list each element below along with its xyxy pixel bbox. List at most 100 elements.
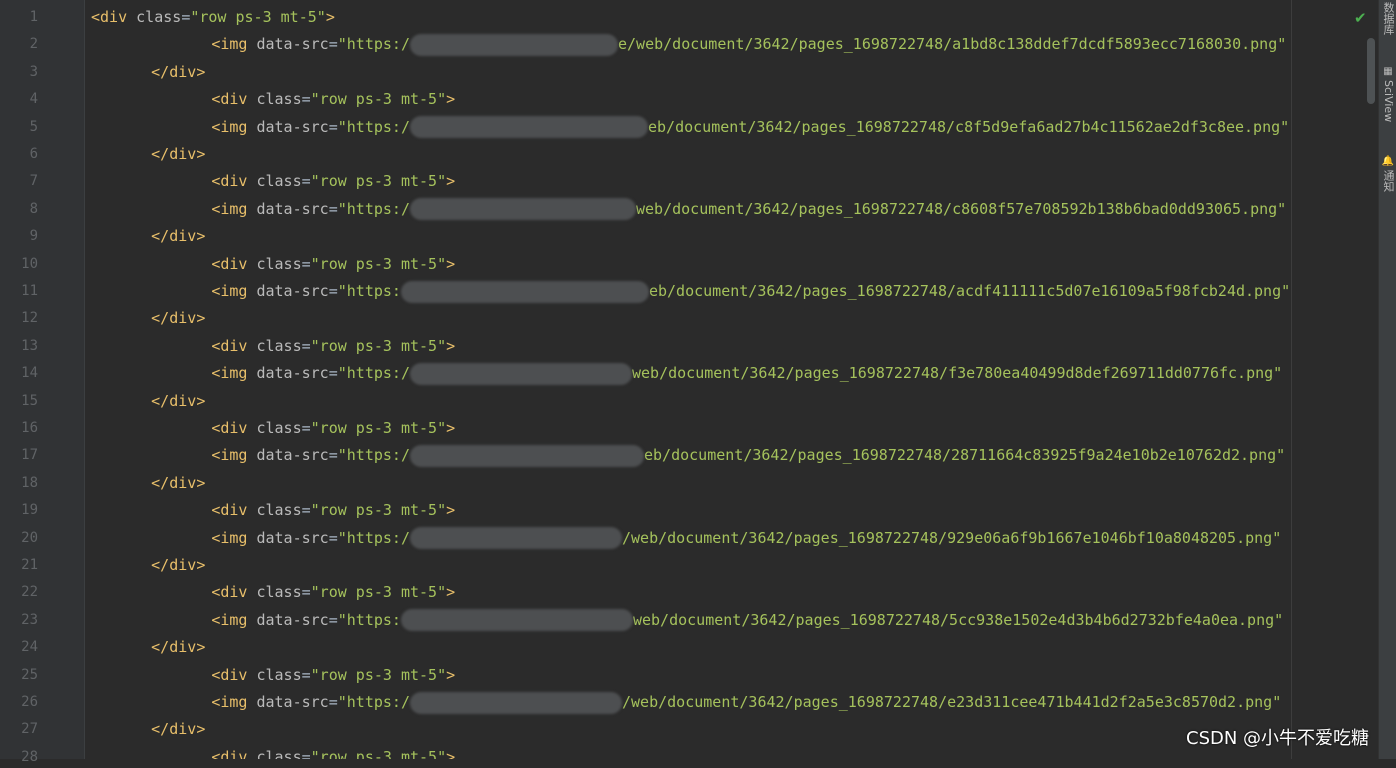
code-line[interactable]: </div> xyxy=(85,225,1365,247)
tag-bracket: < xyxy=(211,282,221,300)
code-line[interactable]: </div> xyxy=(85,636,1365,658)
url-prefix: "https: xyxy=(337,610,401,629)
equals: = xyxy=(328,446,338,465)
line-number: 27 xyxy=(21,721,38,738)
code-line[interactable]: </div> xyxy=(85,307,1365,329)
vertical-scrollbar[interactable] xyxy=(1365,0,1377,759)
tag-bracket: > xyxy=(446,90,456,109)
code-text: </div> xyxy=(151,307,205,329)
code-text: <img data-src="https:/ /web/document/3642… xyxy=(211,691,1281,714)
url-prefix: "https:/ xyxy=(337,199,410,218)
tag-name: img xyxy=(220,199,248,218)
code-text: </div> xyxy=(151,390,205,412)
code-line[interactable]: <div class="row ps-3 mt-5"> xyxy=(85,499,1365,521)
code-line[interactable]: <div class="row ps-3 mt-5"> xyxy=(85,88,1365,110)
attribute-name: class xyxy=(256,90,302,109)
code-line[interactable]: <img data-src="https:/ eb/document/3642/p… xyxy=(85,116,1365,139)
code-text: <img data-src="https:/ eb/document/3642/p… xyxy=(211,444,1285,467)
scrollbar-thumb[interactable] xyxy=(1367,38,1375,104)
tag-bracket: < xyxy=(211,665,221,684)
tag-bracket: < xyxy=(211,254,221,273)
attribute-name: data-src xyxy=(256,35,329,54)
right-margin-guide xyxy=(1291,0,1292,759)
code-text: </div> xyxy=(151,472,205,494)
code-text: <img data-src="https:/ web/document/3642/… xyxy=(211,198,1286,221)
code-line[interactable]: <div class="row ps-3 mt-5"> xyxy=(85,6,1365,28)
tag-bracket: < xyxy=(211,419,221,437)
code-line[interactable]: <img data-src="https:/ e/web/document/364… xyxy=(85,33,1365,56)
code-text: <div class="row ps-3 mt-5"> xyxy=(211,746,455,759)
code-line[interactable]: <img data-src="https:/ web/document/3642/… xyxy=(85,362,1365,385)
equals: = xyxy=(328,35,338,54)
tag-bracket: </ xyxy=(151,473,170,492)
equals: = xyxy=(301,665,311,684)
equals: = xyxy=(328,282,338,300)
redacted-region xyxy=(410,691,622,714)
line-number: 16 xyxy=(21,420,38,436)
line-number-gutter[interactable]: 1 2 3 4 5 6 7 8 9 10 11 12 13 14 15 16 17 18 19 20 21 22 23 24 2… xyxy=(0,0,85,765)
check-icon[interactable]: ✔ xyxy=(1354,10,1370,26)
code-editor[interactable]: <div class="row ps-3 mt-5"> <img data-src… xyxy=(85,0,1377,759)
redacted-region xyxy=(400,280,649,303)
attribute-name: data-src xyxy=(256,446,329,465)
tag-name: div xyxy=(220,501,248,520)
tag-bracket: > xyxy=(446,419,456,437)
tool-tab-bell[interactable]: 🔔 通知 xyxy=(1379,156,1396,192)
line-number: 13 xyxy=(21,337,38,354)
code-line[interactable]: </div> xyxy=(85,472,1365,494)
code-line[interactable]: </div> xyxy=(85,61,1365,83)
attribute-name: data-src xyxy=(256,117,329,136)
code-line[interactable]: <div class="row ps-3 mt-5"> xyxy=(85,664,1365,686)
line-number: 26 xyxy=(21,694,38,710)
tag-bracket: > xyxy=(196,638,206,657)
watermark: CSDN @小牛不爱吃糖 xyxy=(1186,728,1370,749)
attribute-name: class xyxy=(256,419,302,437)
tag-bracket: > xyxy=(446,747,456,759)
line-number: 4 xyxy=(29,91,38,108)
code-text: <img data-src="https: web/document/3642/p… xyxy=(211,609,1283,632)
code-line[interactable]: <img data-src="https:/ /web/document/3642… xyxy=(85,691,1365,714)
tag-bracket: < xyxy=(211,693,221,711)
url-suffix: e/web/document/3642/pages_1698722748/a1b… xyxy=(618,35,1287,54)
tag-name: div xyxy=(220,90,248,109)
code-line[interactable]: <img data-src="https:/ eb/document/3642/p… xyxy=(85,444,1365,467)
attribute-value: "row ps-3 mt-5" xyxy=(190,8,326,26)
tag-bracket: </ xyxy=(151,227,170,246)
line-number: 28 xyxy=(21,748,38,765)
tag-name: div xyxy=(169,720,197,739)
line-number: 2 xyxy=(29,36,38,53)
code-line[interactable]: <img data-src="https: eb/document/3642/pa… xyxy=(85,280,1365,303)
code-line[interactable]: <div class="row ps-3 mt-5"> xyxy=(85,335,1365,357)
tag-bracket: < xyxy=(211,583,221,602)
line-number: 17 xyxy=(21,447,38,464)
code-line[interactable]: <div class="row ps-3 mt-5"> xyxy=(85,581,1365,603)
code-line[interactable]: </div> xyxy=(85,554,1365,576)
code-line[interactable]: <img data-src="https: web/document/3642/p… xyxy=(85,609,1365,632)
code-text: </div> xyxy=(151,61,205,83)
code-line[interactable]: <div class="row ps-3 mt-5"> xyxy=(85,170,1365,192)
line-number: 1 xyxy=(29,9,38,25)
tag-bracket: < xyxy=(211,501,221,520)
code-line[interactable]: <img data-src="https:/ web/document/3642/… xyxy=(85,198,1365,221)
tag-name: img xyxy=(220,446,248,465)
line-number: 21 xyxy=(21,557,38,573)
code-line[interactable]: <img data-src="https:/ /web/document/3642… xyxy=(85,527,1365,550)
code-line[interactable]: <div class="row ps-3 mt-5"> xyxy=(85,746,1365,759)
tool-tab-label: SciView xyxy=(1382,80,1395,123)
code-line[interactable]: </div> xyxy=(85,390,1365,412)
tag-bracket: > xyxy=(446,336,456,355)
attribute-name: class xyxy=(256,665,302,684)
tool-tab-database[interactable]: 数据库 xyxy=(1379,0,1396,35)
url-prefix: "https:/ xyxy=(337,693,410,711)
attribute-name: data-src xyxy=(256,364,329,383)
tool-tab-label: 通知 xyxy=(1382,170,1395,192)
equals: = xyxy=(301,419,311,437)
tag-name: div xyxy=(169,227,197,246)
redacted-region xyxy=(410,198,636,221)
code-line[interactable]: </div> xyxy=(85,718,1365,740)
tool-tab-sciview[interactable]: ▦ SciView xyxy=(1379,66,1396,122)
code-line[interactable]: </div> xyxy=(85,143,1365,165)
code-line[interactable]: <div class="row ps-3 mt-5"> xyxy=(85,417,1365,439)
redacted-region xyxy=(410,116,648,139)
code-line[interactable]: <div class="row ps-3 mt-5"> xyxy=(85,253,1365,275)
